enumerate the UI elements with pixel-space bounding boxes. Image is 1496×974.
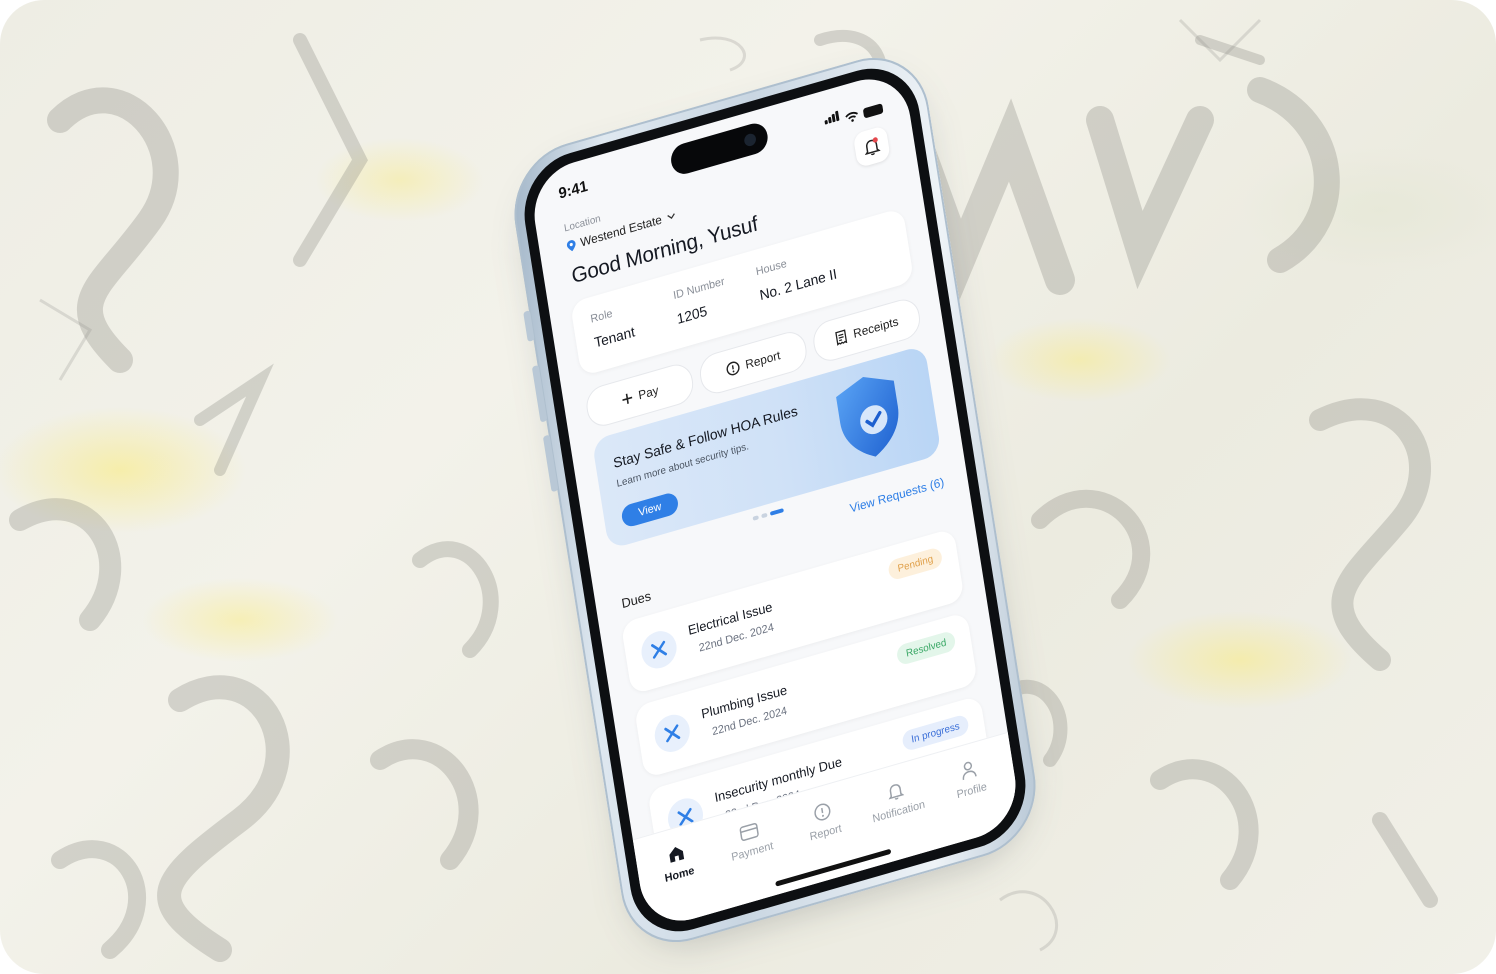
- pay-label: Pay: [637, 382, 660, 403]
- app-screen: 9:41 Location Westend Estate Good Mornin…: [527, 68, 1023, 932]
- mockup-stage: 9:41 Location Westend Estate Good Mornin…: [0, 0, 1496, 974]
- camera-icon: [743, 132, 757, 148]
- report-label: Report: [744, 347, 782, 372]
- carousel-dot-active[interactable]: [769, 508, 784, 516]
- tab-label: Notification: [871, 798, 926, 826]
- signal-icon: [823, 107, 841, 129]
- alert-circle-icon: [814, 803, 831, 821]
- status-time: 9:41: [557, 177, 589, 203]
- tab-profile[interactable]: Profile: [933, 752, 1006, 807]
- role-label: Role: [589, 307, 614, 326]
- view-requests-link[interactable]: View Requests (6): [849, 475, 945, 516]
- status-badge-pending: Pending: [887, 546, 944, 582]
- wifi-icon: [845, 111, 858, 122]
- bell-icon: [888, 784, 905, 800]
- battery-icon: [862, 103, 884, 119]
- id-number-value: 1205: [675, 302, 709, 327]
- status-icons: [823, 95, 884, 129]
- carousel-dot[interactable]: [752, 515, 759, 521]
- action-button: [523, 310, 535, 342]
- plus-icon: [622, 393, 632, 405]
- tab-notification[interactable]: Notification: [860, 772, 933, 827]
- home-icon: [669, 846, 685, 863]
- house-field: House No. 2 Lane II: [755, 244, 838, 304]
- alert-circle-icon: [726, 361, 740, 376]
- shield-icon: [836, 376, 899, 457]
- tab-label: Profile: [955, 780, 988, 802]
- tools-icon: [652, 710, 693, 757]
- volume-down-button: [542, 434, 559, 493]
- id-number-field: ID Number 1205: [672, 275, 729, 326]
- location-pin-icon: [566, 239, 576, 251]
- tab-label: Home: [663, 864, 696, 885]
- status-badge-resolved: Resolved: [895, 629, 957, 667]
- role-field: Role Tenant: [589, 302, 637, 351]
- receipt-icon: [835, 329, 848, 347]
- carousel-indicator[interactable]: [752, 508, 784, 521]
- phone-mockup: 9:41 Location Westend Estate Good Mornin…: [505, 42, 1045, 959]
- bell-icon: [864, 137, 881, 156]
- tab-home[interactable]: Home: [641, 835, 714, 890]
- banner-view-button[interactable]: View: [620, 490, 680, 529]
- carousel-dot[interactable]: [761, 512, 768, 519]
- card-icon: [739, 822, 759, 841]
- notification-button[interactable]: [852, 125, 891, 169]
- user-icon: [962, 761, 977, 781]
- volume-up-button: [531, 364, 548, 423]
- tab-label: Payment: [730, 839, 775, 864]
- tab-report[interactable]: Report: [787, 793, 860, 848]
- tools-icon: [638, 626, 680, 673]
- tab-payment[interactable]: Payment: [714, 814, 787, 867]
- chevron-down-icon: [666, 213, 675, 220]
- receipts-label: Receipts: [852, 314, 900, 341]
- role-value: Tenant: [593, 323, 637, 351]
- tab-label: Report: [808, 822, 843, 844]
- dues-heading: Dues: [620, 587, 652, 612]
